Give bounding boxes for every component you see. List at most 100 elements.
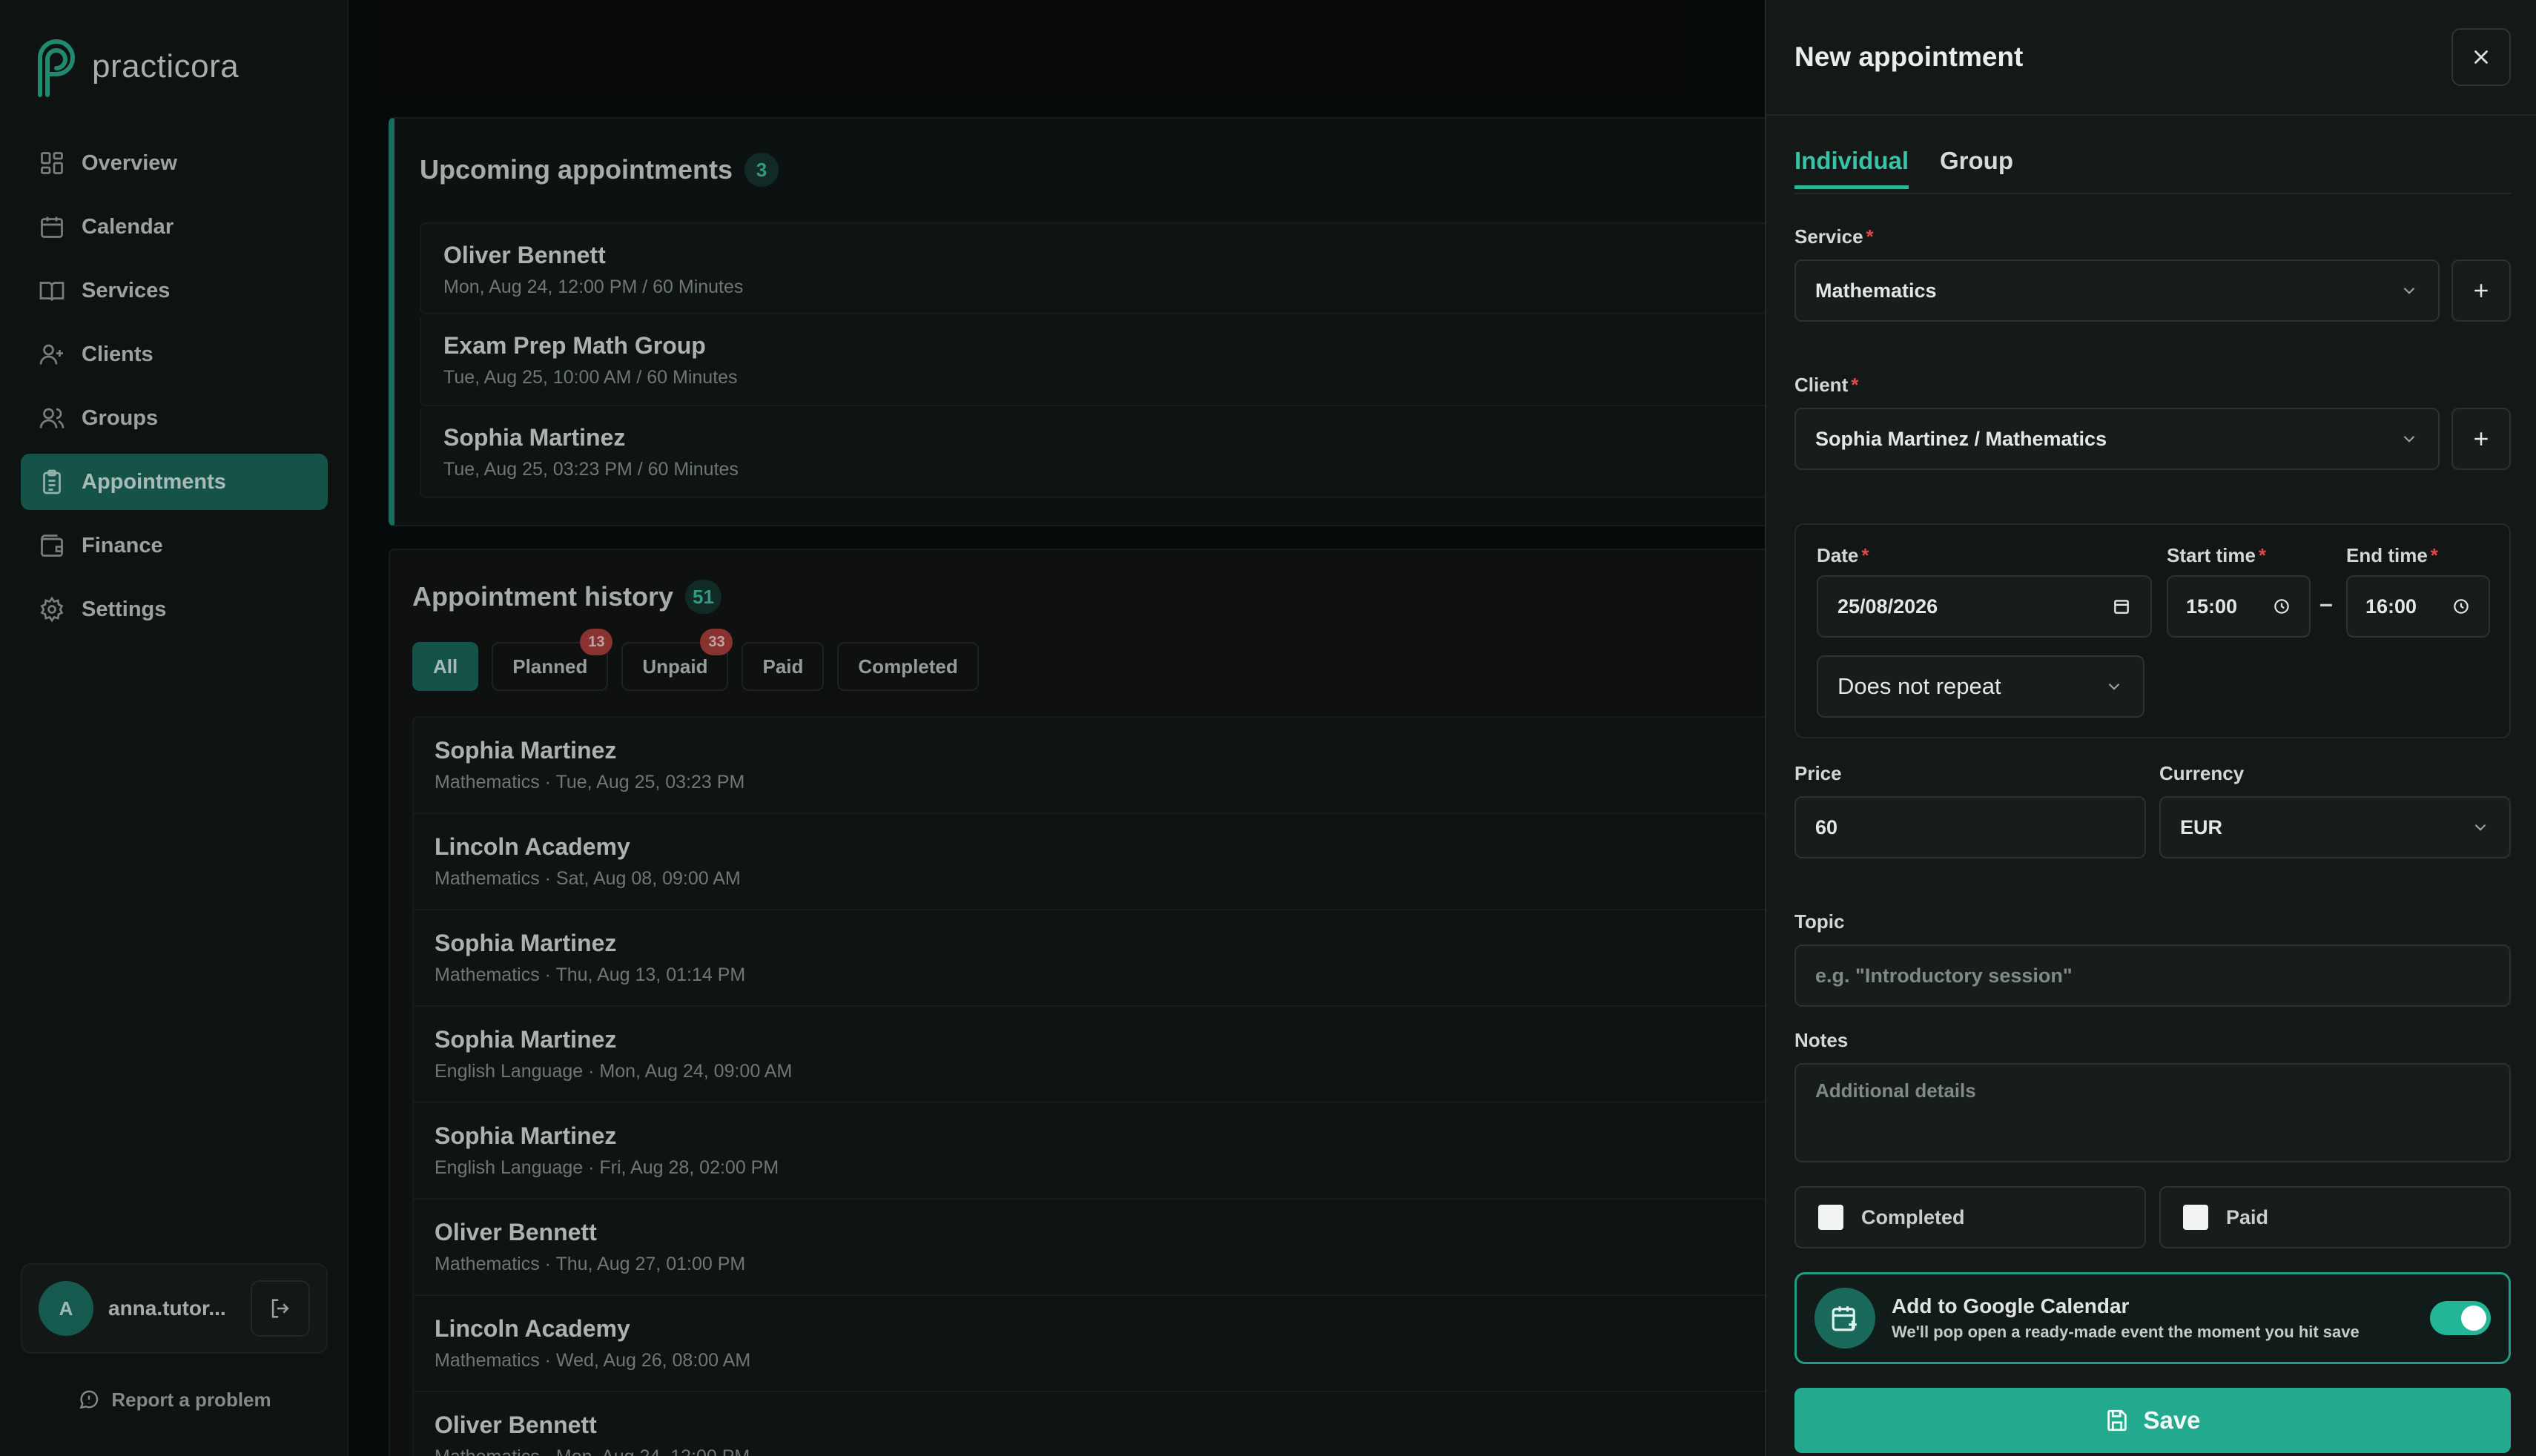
tab-group[interactable]: Group [1940, 147, 2013, 189]
new-appointment-drawer: New appointment Individual Group Service… [1765, 0, 2536, 1456]
topic-placeholder: e.g. "Introductory session" [1815, 964, 2073, 987]
sidebar-item-label: Overview [82, 150, 177, 175]
practicora-logo-icon [33, 36, 79, 98]
list-item[interactable]: Exam Prep Math Group Tue, Aug 25, 10:00 … [420, 314, 1792, 406]
paid-checkbox[interactable] [2183, 1205, 2208, 1230]
client-select[interactable]: Sophia Martinez / Mathematics [1794, 408, 2440, 470]
sidebar-item-services[interactable]: Services [21, 262, 328, 319]
client-label: Client * [1794, 374, 1858, 397]
required-mark: * [2430, 544, 2438, 566]
topic-input[interactable]: e.g. "Introductory session" [1794, 944, 2511, 1007]
user-name: anna.tutor... [108, 1297, 226, 1320]
plus-icon [2470, 279, 2492, 302]
appointment-name: Oliver Bennett [435, 1219, 597, 1245]
currency-label: Currency [2159, 762, 2245, 784]
close-icon [2470, 46, 2492, 68]
save-label: Save [2143, 1406, 2201, 1434]
service-select[interactable]: Mathematics [1794, 259, 2440, 322]
repeat-select[interactable]: Does not repeat [1817, 655, 2144, 718]
appointment-details: Tue, Aug 25, 10:00 AM / 60 Minutes [443, 367, 738, 388]
start-time-input[interactable]: 15:00 [2167, 575, 2311, 638]
currency-select[interactable]: EUR [2159, 796, 2511, 858]
appointment-details: Mathematics · Mon, Aug 24, 12:00 PM [435, 1446, 1762, 1456]
logout-button[interactable] [251, 1280, 310, 1337]
clipboard-icon [39, 469, 65, 495]
plus-icon [2470, 428, 2492, 450]
tab-individual[interactable]: Individual [1794, 147, 1909, 189]
service-label: Service * [1794, 225, 1874, 248]
appointment-name: Sophia Martinez [435, 930, 617, 956]
appointment-name: Sophia Martinez [435, 1122, 617, 1149]
sidebar-item-label: Groups [82, 406, 159, 430]
save-icon [2104, 1408, 2130, 1433]
google-calendar-title: Add to Google Calendar [1892, 1294, 2130, 1317]
service-label-text: Service [1794, 225, 1863, 248]
list-item[interactable]: Sophia Martinez Mathematics · Thu, Aug 1… [412, 909, 1784, 1005]
filter-planned[interactable]: Planned 13 [492, 629, 613, 691]
list-item[interactable]: Oliver Bennett Mathematics · Mon, Aug 24… [412, 1391, 1784, 1456]
list-item[interactable]: Lincoln Academy Mathematics · Sat, Aug 0… [412, 813, 1784, 909]
google-calendar-description: We'll pop open a ready-made event the mo… [1892, 1323, 2360, 1341]
sidebar-item-groups[interactable]: Groups [21, 390, 328, 446]
chevron-down-icon [2400, 281, 2419, 300]
sidebar-item-settings[interactable]: Settings [21, 581, 328, 638]
completed-checkbox-field[interactable]: Completed [1794, 1186, 2146, 1248]
price-input[interactable]: 60 [1794, 796, 2146, 858]
required-mark: * [1866, 225, 1874, 248]
close-button[interactable] [2451, 28, 2511, 86]
report-problem-link[interactable]: Report a problem [0, 1388, 349, 1412]
required-mark: * [1861, 544, 1869, 566]
date-input[interactable]: 25/08/2026 [1817, 575, 2152, 638]
paid-checkbox-field[interactable]: Paid [2159, 1186, 2511, 1248]
sidebar-item-clients[interactable]: Clients [21, 326, 328, 383]
end-time-label-text: End time [2346, 544, 2428, 566]
start-time-label: Start time * [2167, 544, 2266, 567]
filter-unpaid[interactable]: Unpaid 33 [621, 629, 733, 691]
message-icon [77, 1388, 101, 1412]
brand-logo[interactable]: practicora [33, 36, 239, 98]
notes-textarea[interactable]: Additional details [1794, 1063, 2511, 1162]
history-title-text: Appointment history [412, 581, 673, 612]
add-client-button[interactable] [2451, 408, 2511, 470]
list-item[interactable]: Oliver Bennett Mon, Aug 24, 12:00 PM / 6… [420, 222, 1792, 314]
list-item[interactable]: Sophia Martinez Mathematics · Tue, Aug 2… [412, 716, 1784, 813]
filter-completed[interactable]: Completed [837, 642, 979, 691]
price-value: 60 [1815, 815, 1838, 838]
unpaid-count-badge: 33 [700, 629, 733, 655]
grid-icon [39, 150, 65, 176]
filter-all[interactable]: All [412, 642, 479, 691]
filter-paid[interactable]: Paid [742, 642, 825, 691]
sidebar-item-overview[interactable]: Overview [21, 135, 328, 191]
appointment-details: Mathematics · Sat, Aug 08, 09:00 AM [435, 868, 741, 889]
sidebar-item-finance[interactable]: Finance [21, 517, 328, 574]
sidebar-item-label: Clients [82, 342, 153, 366]
list-item[interactable]: Oliver Bennett Mathematics · Thu, Aug 27… [412, 1198, 1784, 1294]
list-item[interactable]: Lincoln Academy Mathematics · Wed, Aug 2… [412, 1294, 1784, 1391]
date-label: Date * [1817, 544, 1869, 567]
logout-icon [268, 1296, 293, 1321]
add-service-button[interactable] [2451, 259, 2511, 322]
start-time-value: 15:00 [2186, 595, 2238, 618]
appointment-details: English Language · Mon, Aug 24, 09:00 AM [435, 1061, 793, 1082]
list-item[interactable]: Sophia Martinez English Language · Fri, … [412, 1102, 1784, 1198]
upcoming-appointments-panel: Upcoming appointments 3 Oliver Bennett M… [389, 117, 1792, 526]
sidebar-item-appointments[interactable]: Appointments [21, 454, 328, 510]
end-time-input[interactable]: 16:00 [2346, 575, 2490, 638]
avatar[interactable]: A [39, 1281, 93, 1336]
client-label-text: Client [1794, 374, 1849, 396]
appointment-history-panel: Appointment history 51 All Planned 13 Un… [389, 549, 1784, 1456]
price-label: Price [1794, 762, 1842, 784]
client-value: Sophia Martinez / Mathematics [1815, 427, 2107, 450]
sidebar-item-calendar[interactable]: Calendar [21, 199, 328, 255]
history-list: Sophia Martinez Mathematics · Tue, Aug 2… [412, 716, 1784, 1456]
sidebar: practicora Overview Calendar Services Cl… [0, 0, 349, 1456]
google-calendar-toggle[interactable] [2430, 1301, 2491, 1335]
topic-label: Topic [1794, 910, 1845, 933]
save-button[interactable]: Save [1794, 1388, 2511, 1453]
start-time-label-text: Start time [2167, 544, 2256, 566]
chevron-down-icon [2471, 818, 2490, 837]
list-item[interactable]: Sophia Martinez Tue, Aug 25, 03:23 PM / … [420, 406, 1792, 498]
list-item[interactable]: Sophia Martinez English Language · Mon, … [412, 1005, 1784, 1102]
completed-checkbox[interactable] [1818, 1205, 1843, 1230]
appointment-name: Sophia Martinez [435, 737, 617, 764]
